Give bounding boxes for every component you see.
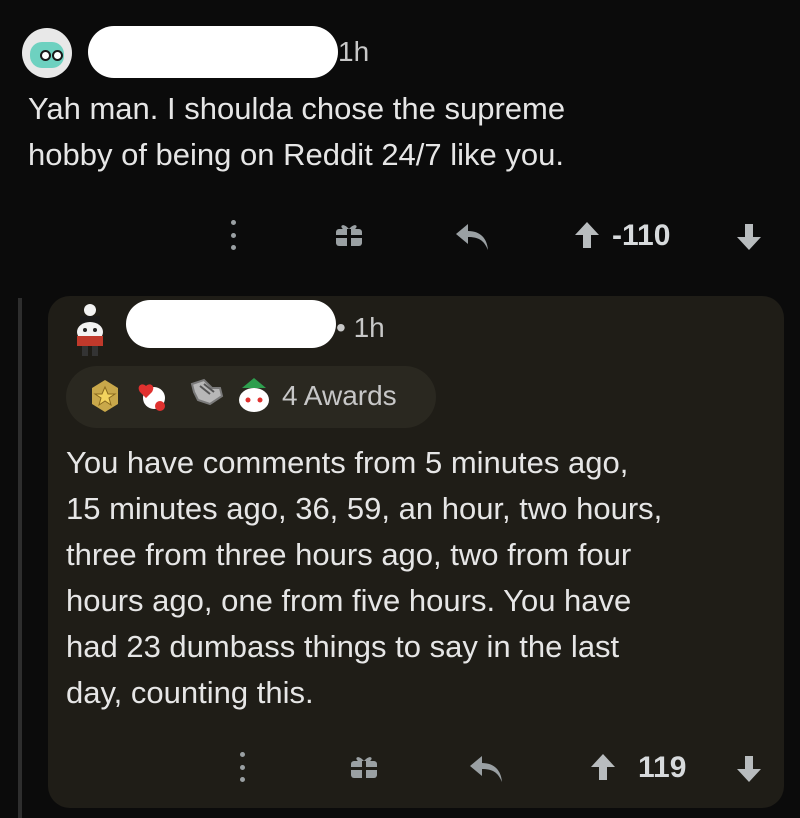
more-options-icon[interactable] — [240, 752, 246, 782]
redacted-username — [126, 300, 336, 348]
silver-star-award-icon — [92, 380, 118, 412]
wholesome-hands-award-icon — [190, 378, 224, 406]
snoo-award-icon — [239, 378, 269, 412]
downvote-arrow-icon[interactable] — [736, 755, 762, 783]
awards-count-label: 4 Awards — [282, 380, 397, 411]
user-avatar[interactable] — [66, 302, 114, 358]
reply-body-line: hours ago, one from five hours. You have — [66, 583, 632, 618]
gift-icon[interactable] — [348, 752, 380, 780]
reply-arrow-icon[interactable] — [468, 754, 504, 784]
avatar-eye-icon — [52, 50, 63, 61]
user-avatar[interactable] — [22, 28, 72, 78]
redacted-username — [88, 26, 338, 78]
reply-body-line: had 23 dumbass things to say in the last — [66, 629, 620, 664]
more-options-icon[interactable] — [231, 220, 237, 250]
vote-count: -110 — [612, 219, 671, 252]
upvote-arrow-icon[interactable] — [574, 221, 600, 249]
comment-time: 1h — [338, 36, 370, 67]
reply-body-line: three from three hours ago, two from fou… — [66, 537, 632, 572]
reply-arrow-icon[interactable] — [454, 222, 490, 252]
top-comment: 1h Yah man. I shoulda chose the supreme … — [0, 0, 800, 290]
gift-icon[interactable] — [333, 220, 365, 248]
upvote-arrow-icon[interactable] — [590, 753, 616, 781]
reply-body: You have comments from 5 minutes ago, 15… — [66, 440, 662, 716]
thread-line[interactable] — [18, 298, 22, 818]
comment-body-line: Yah man. I shoulda chose the supreme — [28, 91, 566, 126]
vote-count: 119 — [638, 751, 687, 784]
reply-body-line: You have comments from 5 minutes ago, — [66, 445, 629, 480]
comment-body: Yah man. I shoulda chose the supreme hob… — [28, 86, 565, 178]
reply-body-line: day, counting this. — [66, 675, 314, 710]
downvote-arrow-icon[interactable] — [736, 223, 762, 251]
reply-body-line: 15 minutes ago, 36, 59, an hour, two hou… — [66, 491, 663, 526]
comment-time: • 1h — [336, 312, 385, 343]
avatar-eye-icon — [40, 50, 51, 61]
comment-body-line: hobby of being on Reddit 24/7 like you. — [28, 137, 564, 172]
heart-award-icon — [138, 384, 165, 411]
